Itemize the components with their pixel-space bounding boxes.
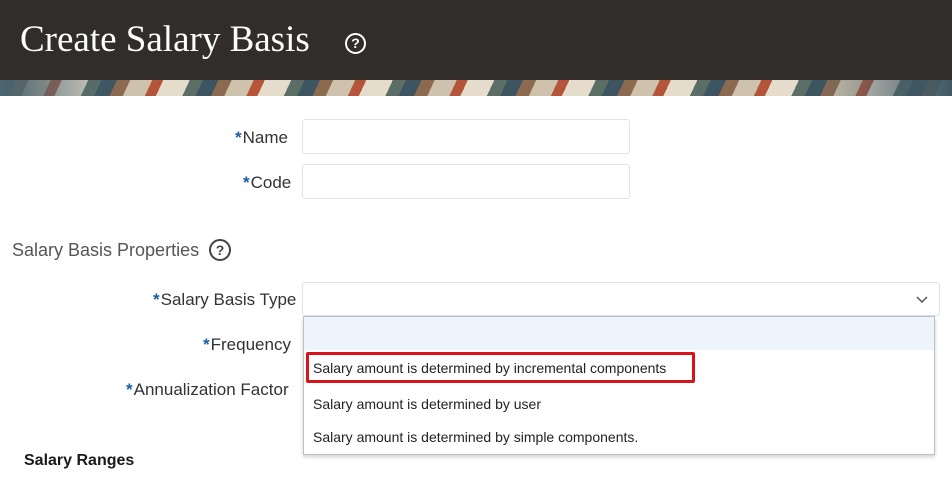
banner-fade-left — [0, 80, 120, 96]
page-header: Create Salary Basis ? — [0, 0, 952, 80]
required-marker: * — [243, 173, 250, 192]
required-marker: * — [235, 128, 242, 147]
salary-basis-type-listbox: Salary amount is determined by increment… — [303, 316, 935, 455]
banner-fade-right — [812, 80, 952, 96]
name-label-text: Name — [242, 128, 288, 147]
salary-basis-type-label: *Salary Basis Type — [153, 290, 296, 310]
required-marker: * — [153, 290, 160, 309]
code-label-text: Code — [250, 173, 292, 192]
salary-ranges-heading: Salary Ranges — [24, 452, 135, 469]
chevron-down-icon[interactable] — [915, 292, 929, 306]
code-input[interactable] — [302, 164, 630, 199]
annualization-factor-label: *Annualization Factor — [126, 380, 289, 400]
page-title: Create Salary Basis — [20, 19, 310, 60]
option-determined-by-user[interactable]: Salary amount is determined by user — [313, 396, 541, 412]
salary-basis-type-select[interactable] — [302, 282, 940, 316]
option-blank[interactable] — [304, 317, 934, 350]
help-icon[interactable]: ? — [345, 33, 366, 54]
section-title: Salary Basis Properties — [12, 240, 200, 260]
name-label: *Name — [235, 128, 288, 148]
required-marker: * — [203, 335, 210, 354]
decorative-banner — [0, 80, 952, 96]
name-input[interactable] — [302, 119, 630, 154]
annualization-factor-label-text: Annualization Factor — [133, 380, 289, 399]
frequency-label-text: Frequency — [210, 335, 291, 354]
salary-basis-type-label-text: Salary Basis Type — [160, 290, 297, 309]
help-icon[interactable]: ? — [209, 239, 231, 261]
required-marker: * — [126, 380, 133, 399]
code-label: *Code — [243, 173, 291, 193]
option-simple-components[interactable]: Salary amount is determined by simple co… — [313, 429, 638, 445]
highlight-box — [306, 352, 695, 383]
frequency-label: *Frequency — [203, 335, 291, 355]
